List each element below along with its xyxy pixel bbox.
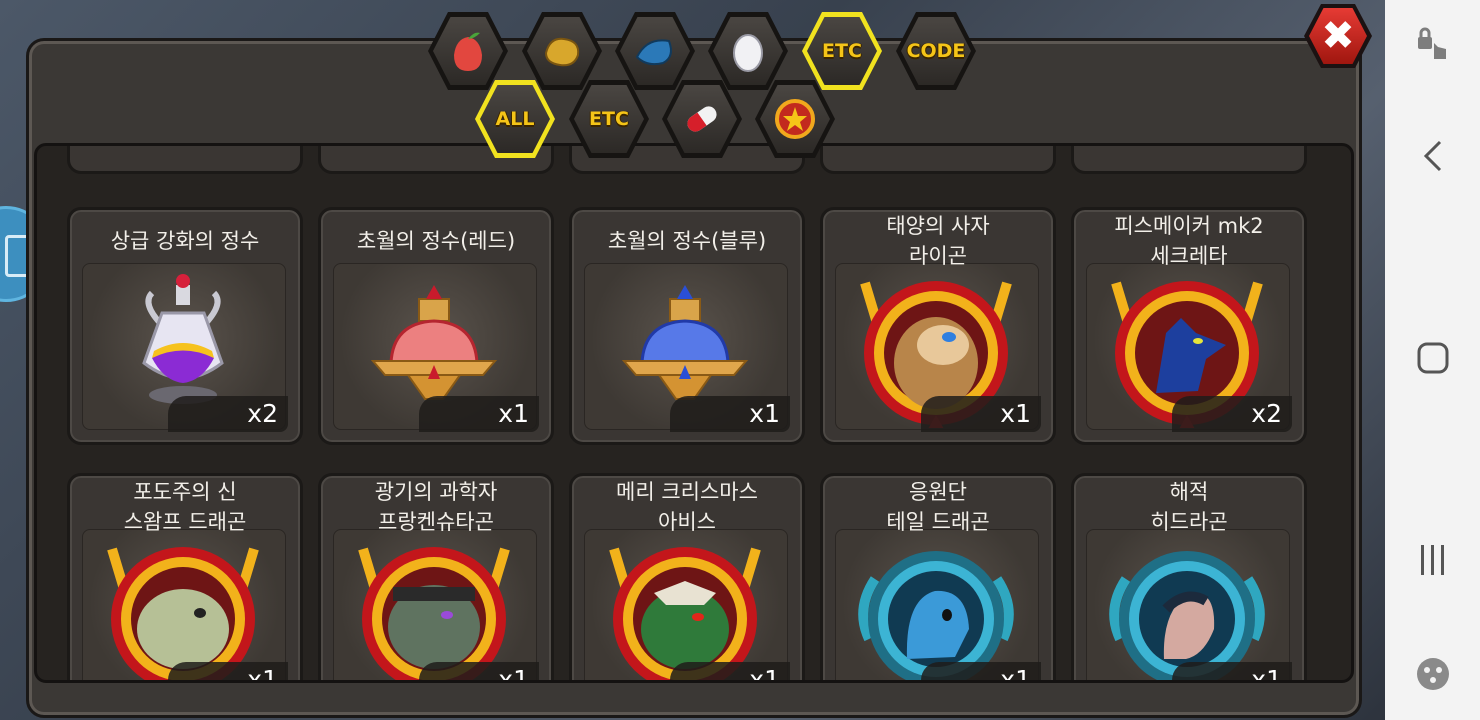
touch-lock-icon (1417, 27, 1446, 59)
dragon-scale-icon (635, 39, 672, 66)
recents-button[interactable] (1385, 530, 1480, 590)
item-count: x1 (670, 662, 790, 680)
item-card-partial[interactable] (67, 146, 303, 174)
item-count: x1 (1172, 662, 1292, 680)
item-count: x1 (670, 396, 790, 432)
item-card[interactable]: 포도주의 신 스왐프 드래곤 x1 (67, 473, 303, 680)
item-name: 태양의 사자 라이곤 (886, 214, 990, 268)
item-card[interactable]: 메리 크리스마스 아비스 x1 (569, 473, 805, 680)
game-tools-icon (1416, 658, 1449, 690)
item-name: 포도주의 신 스왐프 드래곤 (123, 480, 247, 534)
star-emblem-icon (775, 99, 815, 139)
item-name: 초월의 정수(레드) (356, 229, 516, 253)
item-count: x1 (921, 396, 1041, 432)
item-count: x1 (419, 662, 539, 680)
swamp-dragon-icon (107, 547, 259, 680)
game-tools-button[interactable] (1385, 644, 1480, 704)
tail-dragon-icon (858, 551, 1014, 680)
item-grid[interactable]: 상급 강화의 정수 x2 초월의 정수(레드) x1 초월의 정수(블루) x1 (34, 143, 1354, 683)
item-name: 피스메이커 mk2 세크레타 (1114, 214, 1264, 268)
touch-lock-button[interactable] (1385, 16, 1480, 76)
egg-icon (733, 34, 763, 72)
item-name: 메리 크리스마스 아비스 (616, 480, 758, 534)
item-card[interactable]: 초월의 정수(블루) x1 (569, 207, 805, 445)
item-name: 광기의 과학자 프랑켄슈타곤 (374, 480, 498, 534)
recents-icon (1420, 545, 1444, 575)
item-name: 초월의 정수(블루) (607, 229, 767, 253)
item-name: 응원단 테일 드래곤 (886, 480, 990, 534)
back-icon (1423, 140, 1441, 172)
abyss-dragon-icon (609, 547, 761, 680)
pear-icon (454, 32, 482, 71)
item-name: 상급 강화의 정수 (110, 229, 260, 253)
item-count: x1 (419, 396, 539, 432)
item-card-partial[interactable] (820, 146, 1056, 174)
item-count: x2 (168, 396, 288, 432)
item-count: x1 (921, 662, 1041, 680)
item-card[interactable]: 광기의 과학자 프랑켄슈타곤 x1 (318, 473, 554, 680)
item-card[interactable]: 응원단 테일 드래곤 x1 (820, 473, 1056, 680)
capsule-icon (687, 106, 717, 132)
system-nav-bar (1385, 0, 1480, 720)
item-card[interactable]: 상급 강화의 정수 x2 (67, 207, 303, 445)
item-card[interactable]: 피스메이커 mk2 세크레타 x2 (1071, 207, 1307, 445)
gold-nugget-icon (544, 37, 580, 67)
home-button[interactable] (1385, 328, 1480, 388)
item-count: x1 (168, 662, 288, 680)
item-card[interactable]: 태양의 사자 라이곤 x1 (820, 207, 1056, 445)
item-card[interactable]: 초월의 정수(레드) x1 (318, 207, 554, 445)
item-card[interactable]: 해적 히드라곤 x1 (1071, 473, 1307, 680)
item-card-partial[interactable] (1071, 146, 1307, 174)
franken-dragon-icon (358, 547, 510, 680)
hydra-dragon-icon (1109, 551, 1265, 680)
home-icon (1417, 342, 1448, 374)
item-name: 해적 히드라곤 (1150, 480, 1228, 534)
back-button[interactable] (1385, 126, 1480, 186)
item-count: x2 (1172, 396, 1292, 432)
